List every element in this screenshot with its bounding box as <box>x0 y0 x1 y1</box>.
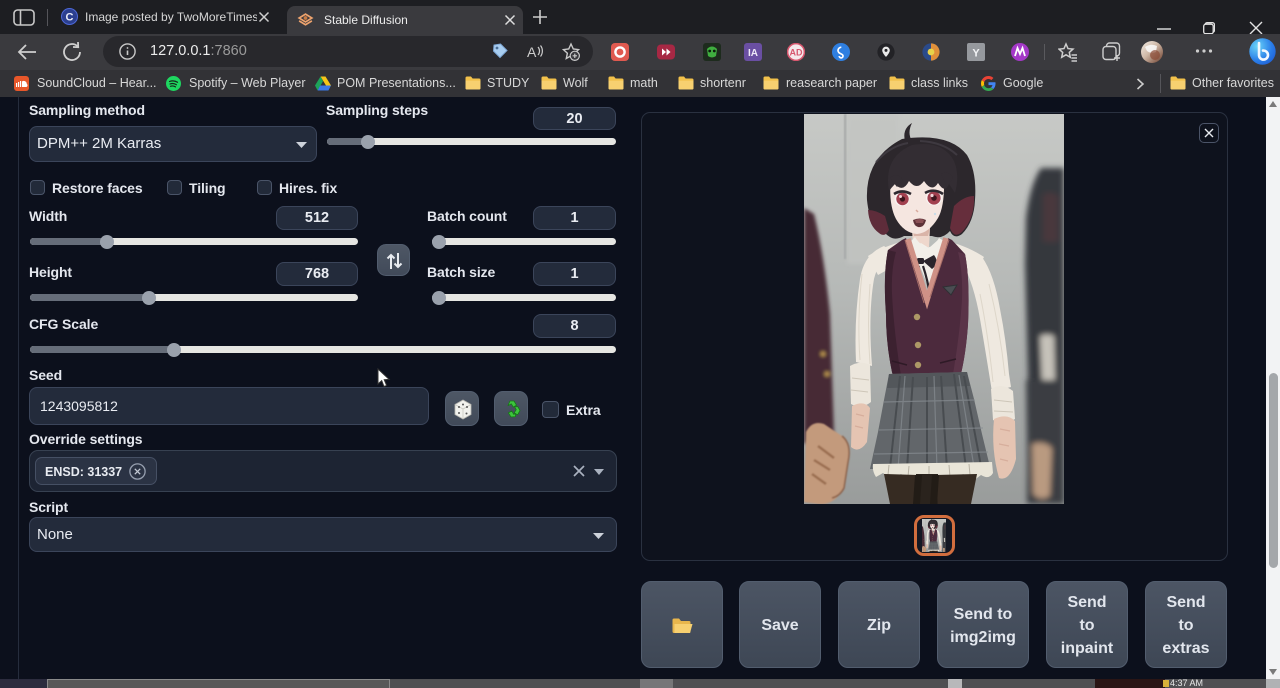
svg-text:A: A <box>527 44 537 60</box>
svg-text:IA: IA <box>748 48 758 59</box>
svg-text:AD: AD <box>790 48 803 58</box>
svg-text:Y: Y <box>972 48 980 60</box>
svg-text:C: C <box>66 12 74 24</box>
